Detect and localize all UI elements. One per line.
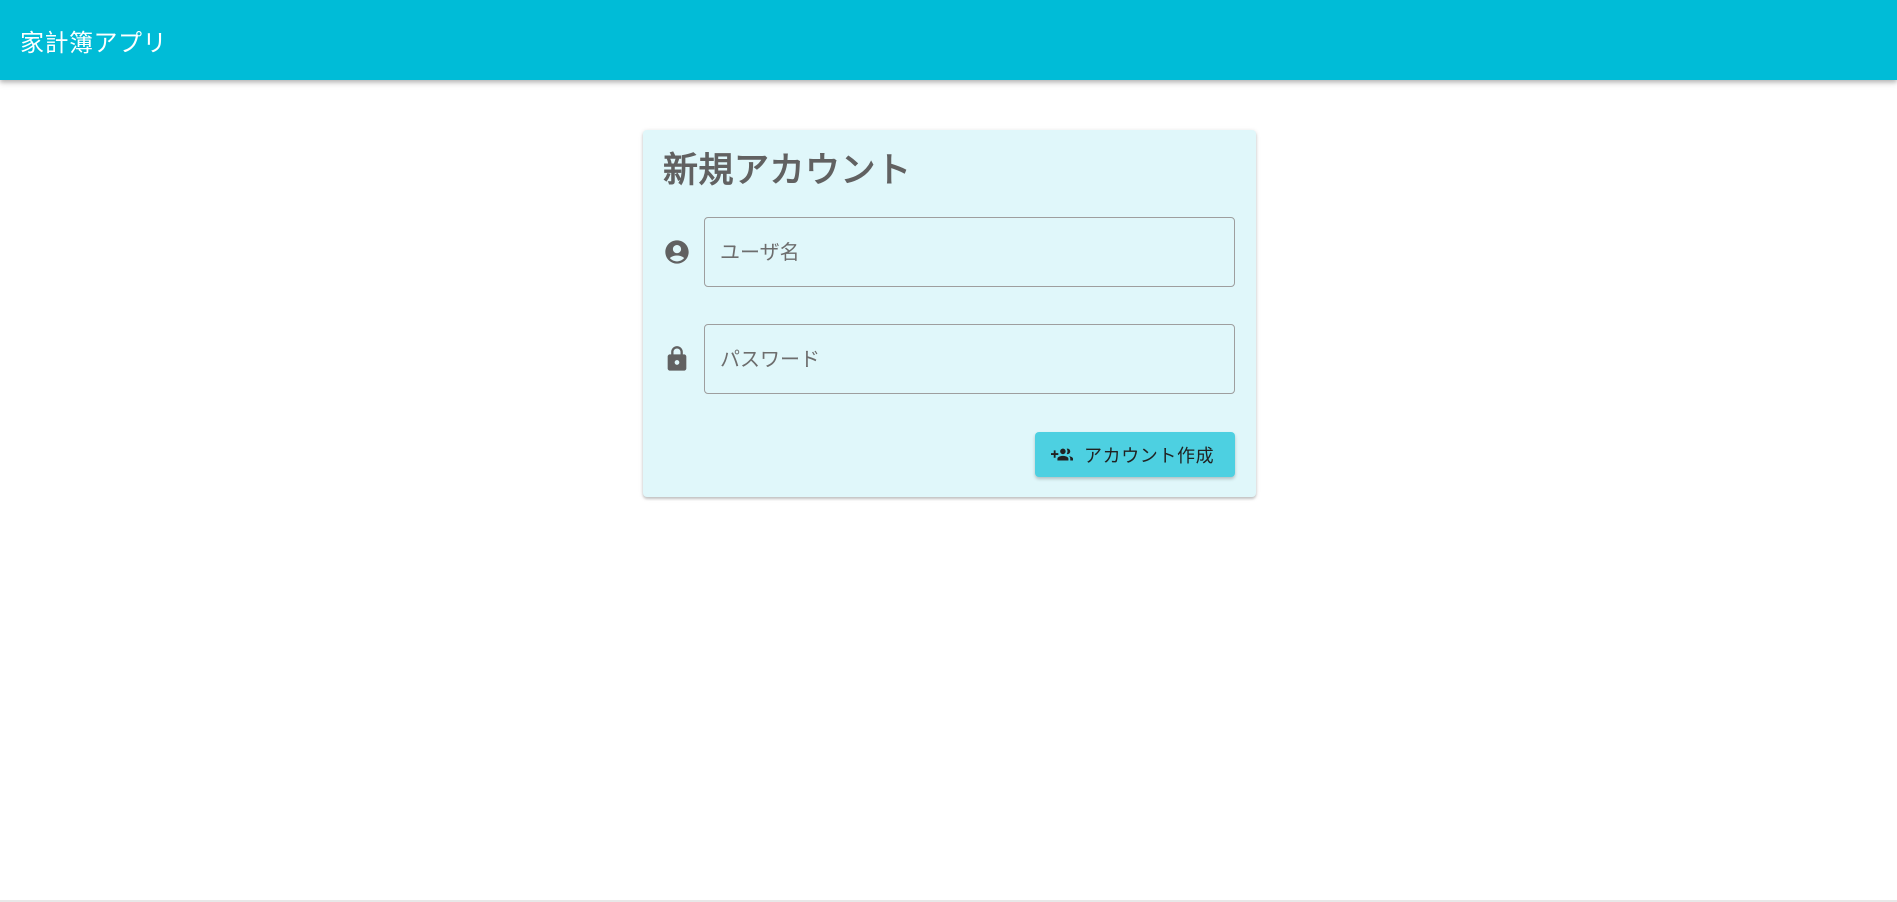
- account-circle-icon: [663, 238, 691, 266]
- password-row: [643, 324, 1256, 394]
- lock-icon: [663, 345, 691, 373]
- signup-card: 新規アカウント アカウント作成: [643, 130, 1256, 497]
- card-title: 新規アカウント: [663, 151, 912, 191]
- create-account-button[interactable]: アカウント作成: [1035, 432, 1235, 477]
- create-account-label: アカウント作成: [1084, 445, 1215, 467]
- app-title: 家計簿アプリ: [20, 28, 167, 57]
- username-row: [643, 217, 1256, 287]
- group-add-icon: [1050, 443, 1074, 467]
- password-input[interactable]: [704, 324, 1235, 394]
- username-input[interactable]: [704, 217, 1235, 287]
- app-bar: 家計簿アプリ: [0, 0, 1897, 80]
